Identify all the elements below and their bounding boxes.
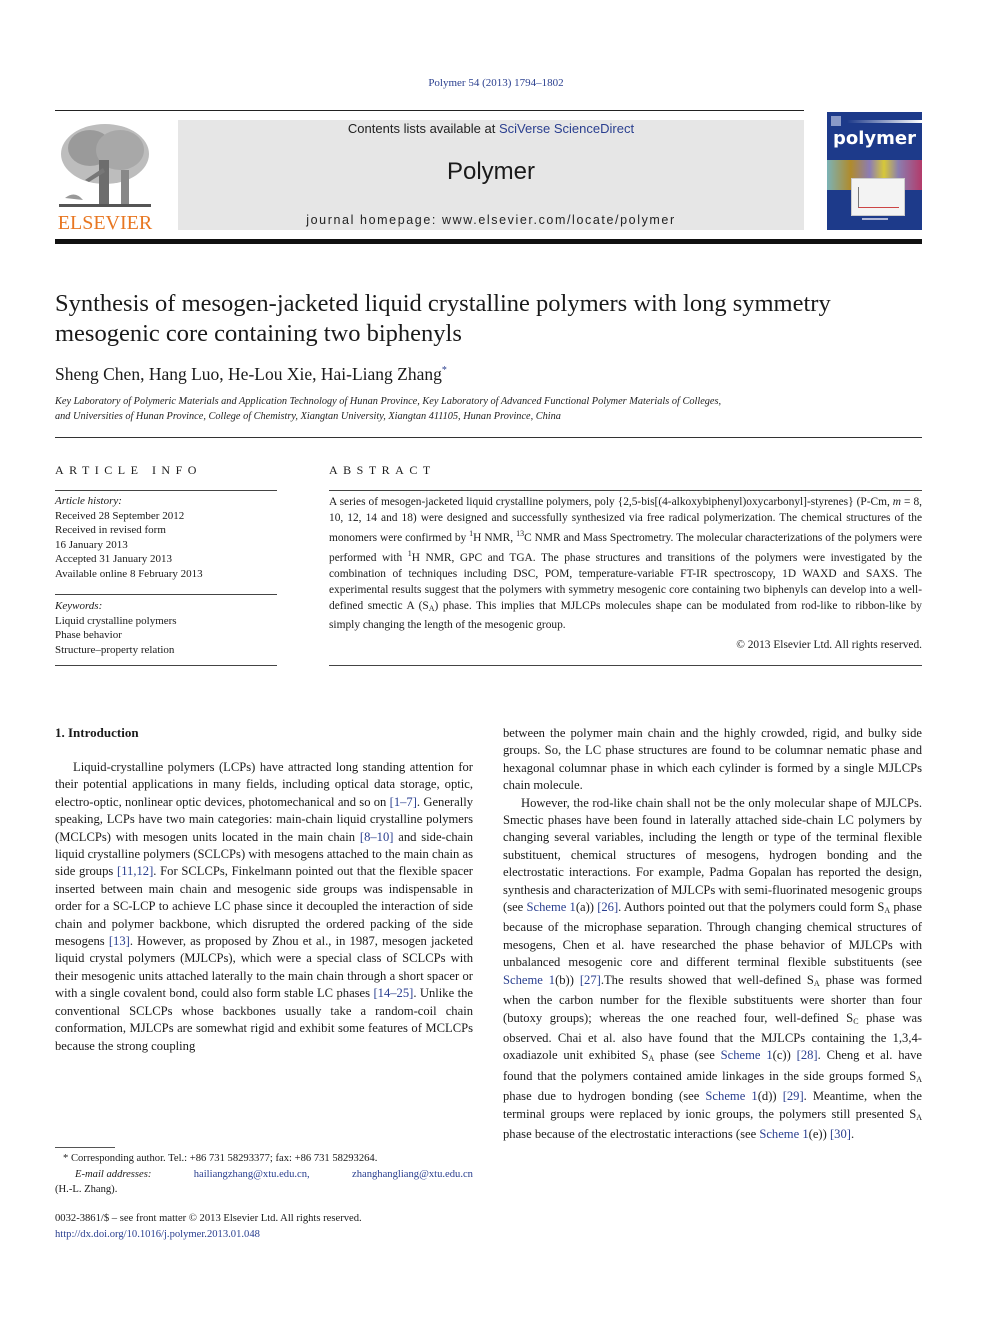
history-item: Accepted 31 January 2013	[55, 553, 172, 565]
history-label: Article history:	[55, 495, 122, 507]
citation-link[interactable]: [13]	[109, 934, 130, 948]
citation-link[interactable]: [14–25]	[373, 986, 413, 1000]
history-item: Available online 8 February 2013	[55, 567, 203, 580]
keyword-item: Liquid crystalline polymers	[55, 614, 177, 627]
history-item: Received in revised form	[55, 524, 166, 536]
citation-link[interactable]: [1–7]	[390, 795, 417, 809]
article-info-heading: ARTICLE INFO	[55, 463, 202, 477]
section-heading-introduction: 1. Introduction	[55, 725, 139, 740]
citation-link[interactable]: [29]	[783, 1089, 804, 1103]
footnote-contact: * Corresponding author. Tel.: +86 731 58…	[63, 1153, 378, 1164]
paragraph: Liquid-crystalline polymers (LCPs) have …	[55, 760, 473, 1053]
email-link[interactable]: hailiangzhang@xtu.edu.cn,	[194, 1167, 310, 1183]
body-column-left: Liquid-crystalline polymers (LCPs) have …	[55, 759, 473, 1055]
email-link[interactable]: zhanghangliang@xtu.edu.cn	[352, 1167, 473, 1183]
cover-emblem-icon	[831, 116, 841, 126]
body-column-right: between the polymer main chain and the h…	[503, 725, 922, 1143]
citation-link[interactable]: [30]	[830, 1127, 851, 1141]
article-info-rule-bottom	[55, 665, 277, 666]
keyword-item: Phase behavior	[55, 629, 122, 641]
cover-wordmark: polymer	[833, 128, 916, 149]
issn-block: 0032-3861/$ – see front matter © 2013 El…	[55, 1211, 473, 1242]
footnote-emails: E-mail addresses: hailiangzhang@xtu.edu.…	[55, 1167, 473, 1183]
cover-chart-axis	[858, 187, 899, 208]
header-divider	[55, 239, 922, 244]
article-info-rule-top	[55, 490, 277, 491]
citation-link[interactable]: [8–10]	[360, 830, 394, 844]
journal-banner: Contents lists available at SciVerse Sci…	[178, 120, 804, 230]
authors: Sheng Chen, Hang Luo, He-Lou Xie, Hai-Li…	[55, 364, 442, 384]
citation-link[interactable]: [27]	[580, 973, 601, 987]
cover-decor-bar	[847, 120, 922, 123]
scheme-link[interactable]: Scheme 1	[503, 973, 555, 987]
abstract-heading: ABSTRACT	[329, 463, 436, 477]
citation-link[interactable]: [11,12]	[117, 864, 153, 878]
sciencedirect-link[interactable]: SciVerse ScienceDirect	[499, 121, 634, 136]
top-rule	[55, 110, 804, 111]
corresponding-author-footnote: * Corresponding author. Tel.: +86 731 58…	[55, 1151, 473, 1198]
contents-line: Contents lists available at SciVerse Sci…	[178, 121, 804, 136]
affiliation-line-1: Key Laboratory of Polymeric Materials an…	[55, 396, 722, 407]
keyword-item: Structure–property relation	[55, 643, 175, 656]
scheme-link[interactable]: Scheme 1	[721, 1048, 773, 1062]
abstract-text: A series of mesogen-jacketed liquid crys…	[329, 496, 923, 631]
affiliation-divider	[55, 437, 922, 438]
citation-link[interactable]: [26]	[597, 900, 618, 914]
journal-cover-image[interactable]: polymer	[827, 112, 922, 230]
corresponding-author-mark[interactable]: *	[442, 365, 447, 376]
email-label: E-mail addresses:	[75, 1168, 152, 1180]
scheme-link[interactable]: Scheme 1	[759, 1127, 808, 1141]
elsevier-tree-icon	[55, 120, 155, 212]
abstract-rule-bottom	[329, 665, 922, 666]
contents-prefix: Contents lists available at	[347, 121, 499, 136]
cover-chart-icon	[851, 178, 905, 216]
article-history: Article history: Received 28 September 2…	[55, 494, 203, 581]
article-title: Synthesis of mesogen-jacketed liquid cry…	[55, 290, 831, 347]
journal-title: Polymer	[446, 158, 536, 185]
history-item: Received 28 September 2012	[55, 509, 185, 522]
footnote-owner: (H.-L. Zhang).	[55, 1184, 118, 1195]
scheme-link[interactable]: Scheme 1	[526, 900, 575, 914]
abstract-rule-top	[329, 490, 922, 491]
footnote-rule	[55, 1147, 115, 1148]
elsevier-wordmark: ELSEVIER	[57, 212, 153, 234]
author-list: Sheng Chen, Hang Luo, He-Lou Xie, Hai-Li…	[55, 364, 447, 385]
scheme-link[interactable]: Scheme 1	[705, 1089, 757, 1103]
affiliation: Key Laboratory of Polymeric Materials an…	[55, 395, 925, 424]
keywords-label: Keywords:	[55, 600, 103, 612]
citation-link[interactable]: [28]	[797, 1048, 818, 1062]
history-item: 16 January 2013	[55, 538, 128, 551]
affiliation-line-2: and Universities of Hunan Province, Coll…	[55, 410, 561, 422]
running-head[interactable]: Polymer 54 (2013) 1794–1802	[0, 77, 992, 89]
paragraph: between the polymer main chain and the h…	[503, 726, 922, 793]
abstract-copyright: © 2013 Elsevier Ltd. All rights reserved…	[736, 639, 922, 651]
keywords: Keywords: Liquid crystalline polymers Ph…	[55, 599, 177, 657]
cover-footer-bar	[862, 218, 888, 220]
doi-link[interactable]: http://dx.doi.org/10.1016/j.polymer.2013…	[55, 1229, 260, 1240]
paragraph: However, the rod-like chain shall not be…	[503, 795, 923, 1141]
elsevier-logo[interactable]: ELSEVIER	[55, 120, 155, 234]
journal-homepage[interactable]: journal homepage: www.elsevier.com/locat…	[178, 213, 804, 227]
issn-line: 0032-3861/$ – see front matter © 2013 El…	[55, 1213, 362, 1224]
article-info-rule-mid	[55, 594, 277, 595]
